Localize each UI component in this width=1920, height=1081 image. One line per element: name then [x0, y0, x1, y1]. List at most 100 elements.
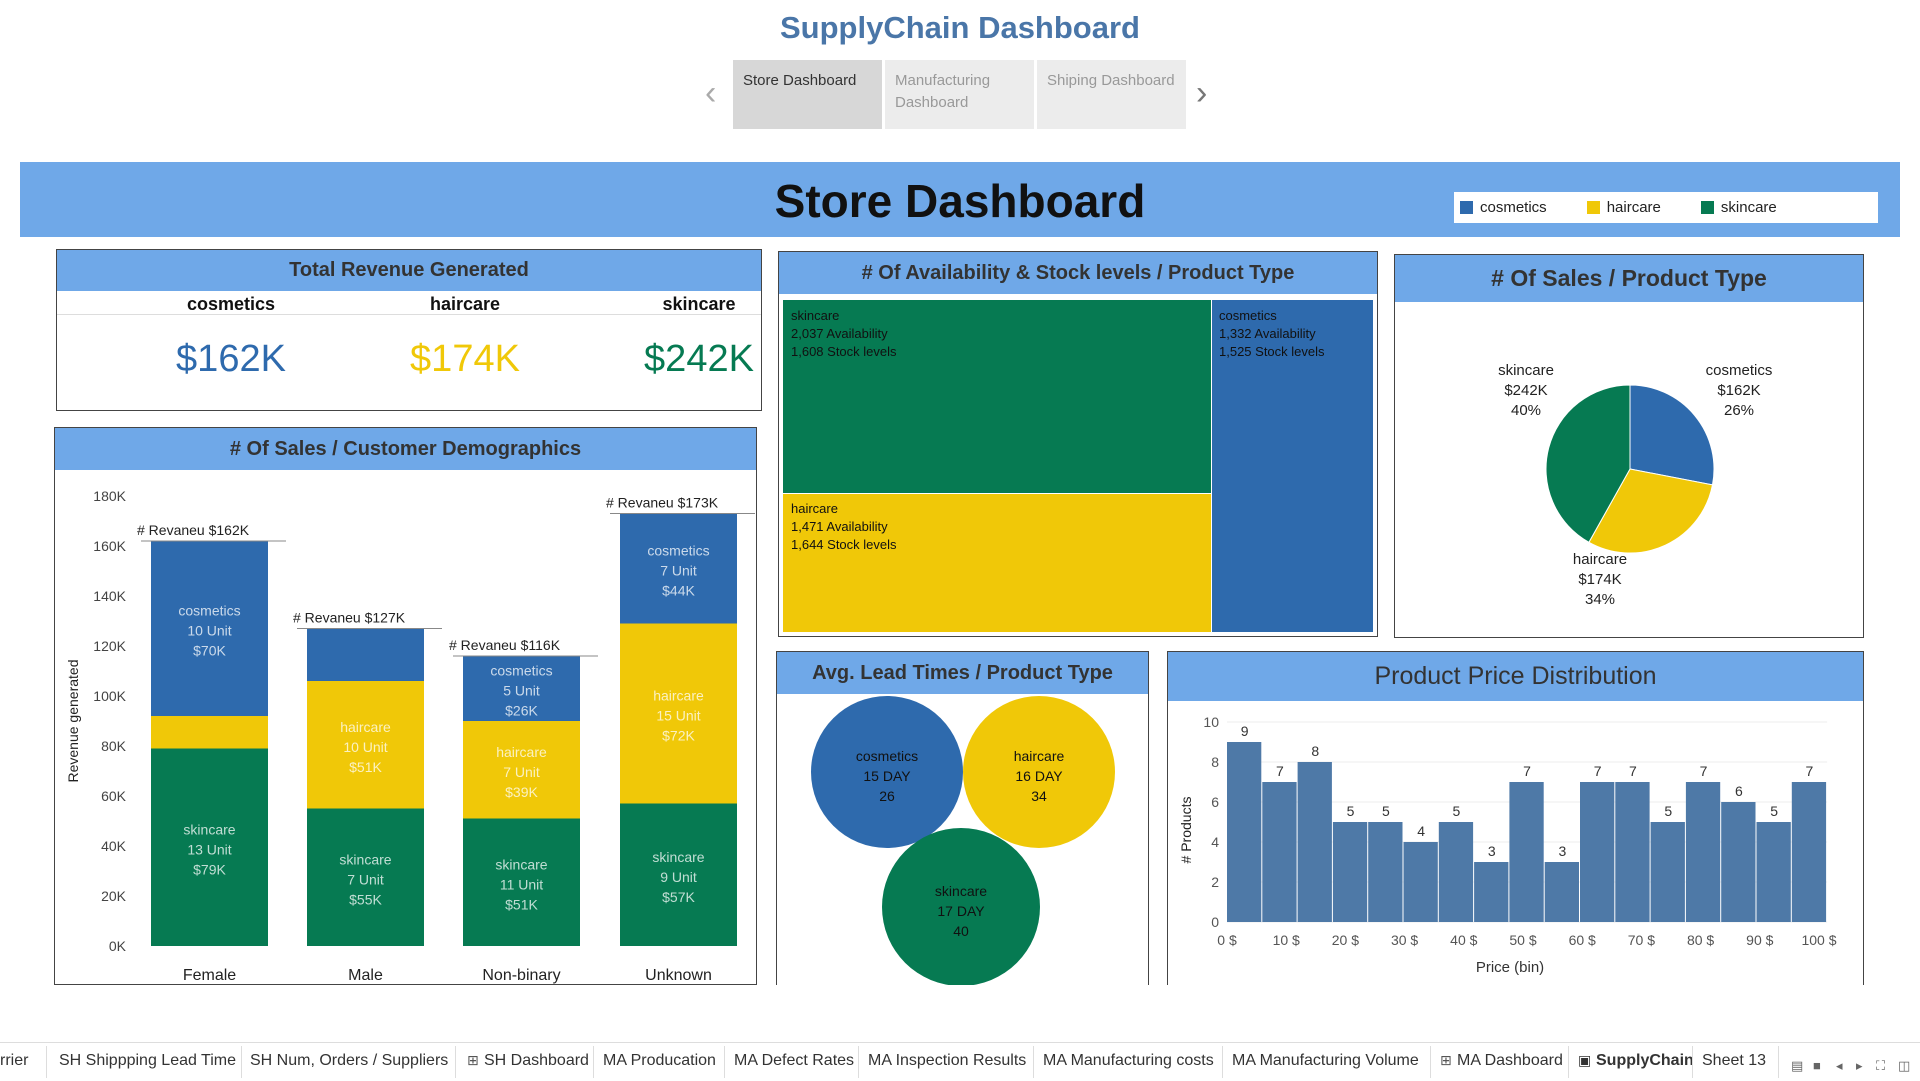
sheet-tab-carrier[interactable]: rrier [0, 1052, 28, 1070]
bar-segment-cosmetics [307, 628, 424, 681]
color-legend[interactable]: cosmetics haircare skincare [1454, 192, 1878, 223]
y-tick-label: 6 [1211, 794, 1219, 810]
histogram-bar [1368, 822, 1403, 922]
bar-data-label: haircare [496, 744, 547, 760]
treemap-cell-haircare[interactable]: haircare 1,471 Availability 1,644 Stock … [783, 494, 1211, 632]
bubble-label: 15 DAY [863, 768, 911, 784]
y-tick-label: 140K [93, 588, 126, 604]
sheet-tab-manufacturing-costs[interactable]: MA Manufacturing costs [1043, 1052, 1214, 1070]
fullscreen-icon[interactable]: ⛶ [1876, 1058, 1885, 1074]
histogram-bar [1227, 742, 1262, 922]
total-label: # Revaneu $162K [137, 522, 250, 538]
bar-data-label: 3 [1558, 843, 1566, 859]
x-tick-label: Unknown [645, 967, 712, 984]
bar-data-label: 11 Unit [500, 876, 543, 892]
x-tick-label: Non-binary [482, 967, 560, 984]
treemap-label: cosmetics [1219, 308, 1277, 323]
sheet-tab-defect-rates[interactable]: MA Defect Rates [734, 1052, 854, 1070]
panel-title: Product Price Distribution [1168, 652, 1863, 701]
treemap-label: haircare [791, 501, 838, 516]
scroll-left-icon[interactable]: ◂ [1836, 1058, 1843, 1074]
bar-segment-haircare [151, 716, 268, 749]
treemap-cell-cosmetics[interactable]: cosmetics 1,332 Availability 1,525 Stock… [1212, 300, 1373, 632]
demographics-chart[interactable]: 0K 20K 40K 60K 80K 100K 120K 140K 160K 180K Revenu… [54, 470, 757, 985]
price-histogram[interactable]: 0246810# Products9785 5453737 7576570 $10 … [1167, 700, 1864, 985]
x-tick-label: 100 $ [1801, 932, 1836, 948]
lead-times-bubble-chart[interactable]: cosmetics 15 DAY 26 haircare 16 DAY 34 skincar… [776, 693, 1149, 985]
treemap-stock: 1,644 Stock levels [791, 537, 897, 552]
sheet-tab-ma-producation[interactable]: MA Producation [603, 1052, 716, 1070]
total-label: # Revaneu $127K [293, 610, 406, 626]
histogram-bar [1615, 782, 1650, 922]
bar-data-label: $70K [193, 643, 226, 659]
prev-story-arrow-icon[interactable]: ‹ [705, 76, 716, 110]
sheet-tab-sheet-13[interactable]: Sheet 13 [1702, 1052, 1766, 1070]
x-tick-label: 80 $ [1687, 932, 1714, 948]
panel-title: # Of Sales / Product Type [1395, 255, 1863, 302]
kpi-value-haircare: $174K [410, 338, 520, 380]
story-tab-shipping[interactable]: Shiping Dashboard [1037, 60, 1186, 129]
bar-data-label: 7 [1523, 763, 1531, 779]
sheet-tab-ma-dashboard[interactable]: MA Dashboard [1457, 1052, 1563, 1070]
treemap-cell-skincare[interactable]: skincare 2,037 Availability 1,608 Stock … [783, 300, 1211, 493]
scroll-right-icon[interactable]: ▸ [1856, 1058, 1863, 1074]
pie-slice-cosmetics [1629, 384, 1715, 486]
story-tab-store[interactable]: Store Dashboard [733, 60, 882, 129]
divider [1692, 1046, 1693, 1078]
y-tick-label: 100K [93, 688, 126, 704]
sheet-tab-manufacturing-volume[interactable]: MA Manufacturing Volume [1232, 1052, 1419, 1070]
x-tick-label: 0 $ [1217, 932, 1237, 948]
histogram-bar [1650, 822, 1685, 922]
bar-data-label: 7 [1700, 763, 1708, 779]
sheet-tab-shipping-lead-time[interactable]: SH Shippping Lead Time [59, 1052, 236, 1070]
pie-label: skincare [1498, 362, 1554, 379]
pie-label: cosmetics [1706, 362, 1773, 379]
pie-label: haircare [1573, 551, 1627, 568]
kpi-value-cosmetics: $162K [176, 338, 286, 380]
bar-data-label: 5 [1453, 803, 1461, 819]
story-tab-manufacturing[interactable]: Manufacturing Dashboard [885, 60, 1034, 129]
y-tick-label: 0K [109, 938, 127, 954]
sheet-tab-inspection-results[interactable]: MA Inspection Results [868, 1052, 1026, 1070]
sheet-tab-num-orders[interactable]: SH Num, Orders / Suppliers [250, 1052, 448, 1070]
panel-title: Total Revenue Generated [57, 250, 761, 291]
bar-data-label: 9 Unit [660, 869, 697, 885]
revenue-panel[interactable]: Total Revenue Generated cosmetics hairca… [56, 249, 762, 411]
bar-data-label: 7 Unit [503, 764, 540, 780]
divider [1430, 1046, 1431, 1078]
legend-item-cosmetics[interactable]: cosmetics [1460, 199, 1547, 216]
legend-item-skincare[interactable]: skincare [1700, 199, 1777, 216]
y-tick-label: 0 [1211, 914, 1219, 930]
bar-data-label: 8 [1311, 743, 1319, 759]
total-label: # Revaneu $173K [606, 495, 719, 511]
presentation-mode-icon[interactable]: ◫ [1898, 1058, 1910, 1074]
bar-data-label: skincare [183, 821, 235, 837]
panel-title: Avg. Lead Times / Product Type [777, 652, 1148, 694]
bar-data-label: haircare [653, 688, 704, 704]
histogram-bar [1791, 782, 1827, 922]
show-filmstrip-icon[interactable]: ■ [1813, 1058, 1821, 1073]
bar-data-label: 15 Unit [656, 708, 700, 724]
histogram-bar [1580, 782, 1615, 922]
y-tick-label: 4 [1211, 834, 1219, 850]
histogram-bar [1544, 862, 1579, 922]
bar-data-label: 13 Unit [187, 841, 231, 857]
divider [241, 1046, 242, 1078]
sheet-tab-supplychain[interactable]: SupplyChain [1596, 1052, 1694, 1070]
x-tick-label: 70 $ [1628, 932, 1655, 948]
show-sheet-sorter-icon[interactable]: ▤ [1791, 1058, 1803, 1074]
x-tick-label: 10 $ [1273, 932, 1300, 948]
bar-data-label: 7 [1629, 763, 1637, 779]
panel-title: # Of Availability & Stock levels / Produ… [779, 252, 1377, 294]
kpi-value-skincare: $242K [644, 338, 754, 380]
y-tick-label: 60K [101, 788, 127, 804]
sheet-tab-sh-dashboard[interactable]: SH Dashboard [484, 1052, 589, 1070]
next-story-arrow-icon[interactable]: › [1196, 76, 1207, 110]
dashboard-grid-icon: ⊞ [1440, 1052, 1452, 1068]
sales-pie-chart[interactable]: cosmetics $162K 26% haircare $174K 34% skincar… [1394, 302, 1864, 636]
kpi-label-cosmetics: cosmetics [186, 294, 276, 314]
bubble-label: 17 DAY [937, 903, 985, 919]
legend-item-haircare[interactable]: haircare [1586, 199, 1661, 216]
legend-label: cosmetics [1480, 199, 1547, 216]
divider [455, 1046, 456, 1078]
